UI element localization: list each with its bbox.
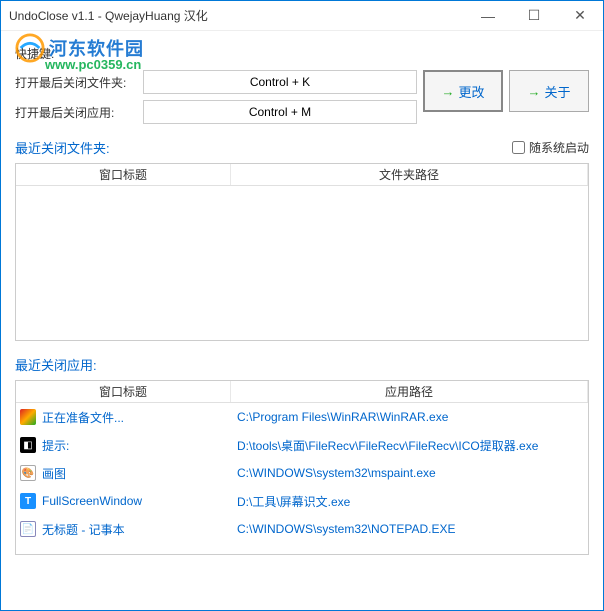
row-title: 提示:: [42, 437, 237, 454]
table-row[interactable]: 📄 无标题 - 记事本C:\WINDOWS\system32\NOTEPAD.EX…: [16, 515, 588, 543]
change-button[interactable]: → 更改: [423, 70, 503, 112]
close-button[interactable]: ✕: [557, 1, 603, 31]
window-buttons: — ☐ ✕: [465, 1, 603, 31]
folders-col-title[interactable]: 窗口标题: [16, 164, 231, 185]
apps-header: 最近关闭应用:: [15, 355, 589, 374]
about-button[interactable]: → 关于: [509, 70, 589, 112]
table-row[interactable]: 🎨 画图C:\WINDOWS\system32\mspaint.exe: [16, 459, 588, 487]
hotkey-folder-input[interactable]: Control + K: [143, 70, 417, 94]
notepad-icon: 📄: [20, 521, 36, 537]
watermark: 河东软件园 www.pc0359.cn: [15, 33, 144, 63]
folders-header-label: 最近关闭文件夹:: [15, 138, 110, 157]
apps-col-path[interactable]: 应用路径: [231, 381, 588, 402]
autostart-checkbox[interactable]: 随系统启动: [512, 139, 589, 156]
ico-icon: ◧: [20, 437, 36, 453]
hotkey-app-input[interactable]: Control + M: [143, 100, 417, 124]
change-button-label: 更改: [458, 82, 484, 101]
folders-table-header: 窗口标题 文件夹路径: [16, 164, 588, 186]
fs-icon: T: [20, 493, 36, 509]
row-path: D:\tools\桌面\FileRecv\FileRecv\FileRecv\I…: [237, 437, 584, 454]
hotkey-app-label: 打开最后关闭应用:: [15, 104, 135, 121]
row-title: FullScreenWindow: [42, 494, 237, 508]
folders-col-path[interactable]: 文件夹路径: [231, 164, 588, 185]
row-title: 正在准备文件...: [42, 409, 237, 426]
window-title: UndoClose v1.1 - QwejayHuang 汉化: [9, 7, 465, 24]
folders-table: 窗口标题 文件夹路径: [15, 163, 589, 341]
winrar-icon: [20, 409, 36, 425]
watermark-logo-icon: [15, 33, 45, 63]
row-path: C:\WINDOWS\system32\NOTEPAD.EXE: [237, 522, 584, 536]
autostart-input[interactable]: [512, 141, 525, 154]
about-button-label: 关于: [544, 82, 570, 101]
row-title: 无标题 - 记事本: [42, 521, 237, 538]
row-title: 画图: [42, 465, 237, 482]
hotkey-row-folder: 打开最后关闭文件夹: Control + K: [15, 70, 417, 94]
apps-col-title[interactable]: 窗口标题: [16, 381, 231, 402]
row-path: C:\Program Files\WinRAR\WinRAR.exe: [237, 410, 584, 424]
row-path: D:\工具\屏幕识文.exe: [237, 493, 584, 510]
maximize-button[interactable]: ☐: [511, 1, 557, 31]
table-row[interactable]: 正在准备文件...C:\Program Files\WinRAR\WinRAR.…: [16, 403, 588, 431]
arrow-right-icon: →: [441, 84, 454, 99]
minimize-button[interactable]: —: [465, 1, 511, 31]
folders-header: 最近关闭文件夹: 随系统启动: [15, 138, 589, 157]
hotkey-folder-label: 打开最后关闭文件夹:: [15, 74, 135, 91]
apps-table-header: 窗口标题 应用路径: [16, 381, 588, 403]
apps-header-label: 最近关闭应用:: [15, 355, 97, 374]
apps-table-body: 正在准备文件...C:\Program Files\WinRAR\WinRAR.…: [16, 403, 588, 543]
row-path: C:\WINDOWS\system32\mspaint.exe: [237, 466, 584, 480]
titlebar[interactable]: UndoClose v1.1 - QwejayHuang 汉化 — ☐ ✕: [1, 1, 603, 31]
apps-table: 窗口标题 应用路径 正在准备文件...C:\Program Files\WinR…: [15, 380, 589, 555]
paint-icon: 🎨: [20, 465, 36, 481]
app-window: UndoClose v1.1 - QwejayHuang 汉化 — ☐ ✕ 河东…: [0, 0, 604, 611]
arrow-right-icon: →: [527, 84, 540, 99]
table-row[interactable]: T FullScreenWindowD:\工具\屏幕识文.exe: [16, 487, 588, 515]
hotkey-row-app: 打开最后关闭应用: Control + M: [15, 100, 417, 124]
content-area: 河东软件园 www.pc0359.cn 快捷键: 打开最后关闭文件夹: Cont…: [1, 31, 603, 610]
watermark-url: www.pc0359.cn: [45, 57, 141, 72]
autostart-label: 随系统启动: [529, 139, 589, 156]
table-row[interactable]: ◧ 提示:D:\tools\桌面\FileRecv\FileRecv\FileRe…: [16, 431, 588, 459]
